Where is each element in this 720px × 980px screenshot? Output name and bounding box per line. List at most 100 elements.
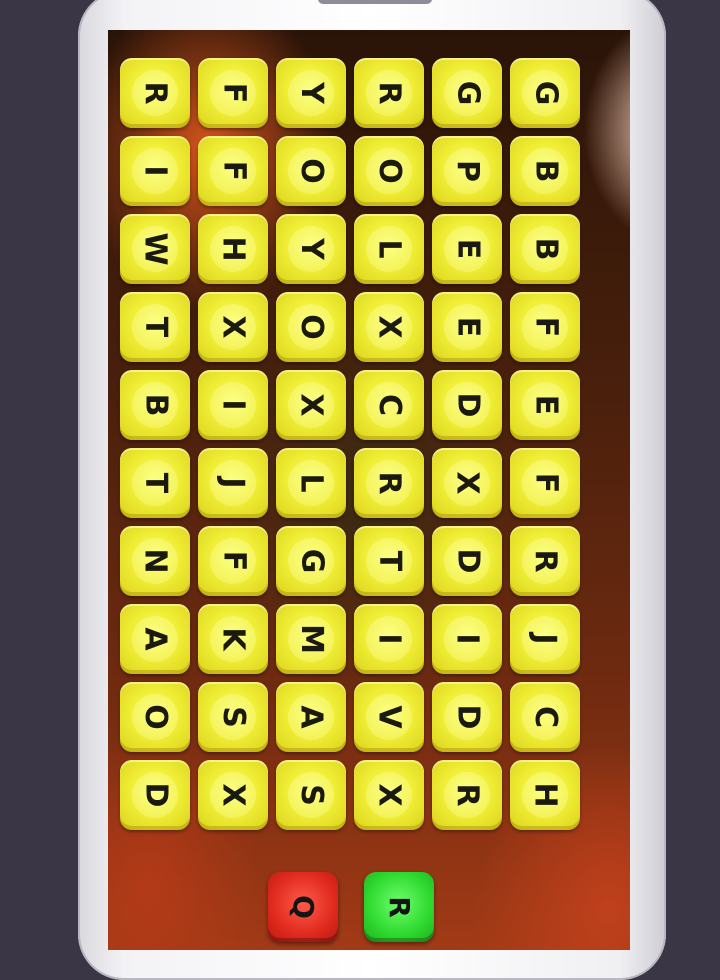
letter-tile[interactable]: H [198, 214, 268, 284]
letter-tile[interactable]: L [276, 448, 346, 518]
letter-tile[interactable]: D [432, 370, 502, 440]
letter-tile[interactable]: F [198, 58, 268, 128]
tile-letter: D [450, 704, 485, 730]
tile-letter: X [215, 315, 251, 339]
letter-tile[interactable]: T [120, 292, 190, 362]
letter-tile[interactable]: R [354, 448, 424, 518]
letter-tile[interactable]: C [510, 682, 580, 752]
letter-tile[interactable]: I [432, 604, 502, 674]
letter-tile[interactable]: O [354, 136, 424, 206]
q-button-label: Q [287, 895, 320, 919]
letter-tile[interactable]: J [510, 604, 580, 674]
letter-tile[interactable]: R [510, 526, 580, 596]
letter-tile[interactable]: T [120, 448, 190, 518]
letter-tile[interactable]: R [120, 58, 190, 128]
letter-tile[interactable]: F [510, 448, 580, 518]
letter-tile[interactable]: X [198, 292, 268, 362]
letter-tile[interactable]: X [432, 448, 502, 518]
letter-tile[interactable]: F [510, 292, 580, 362]
letter-tile[interactable]: Y [276, 58, 346, 128]
tile-letter: R [527, 549, 563, 573]
letter-tile[interactable]: F [198, 526, 268, 596]
tile-letter: P [450, 160, 485, 182]
tile-letter: D [138, 782, 173, 808]
tile-letter: R [137, 81, 173, 105]
tile-letter: L [372, 239, 407, 259]
q-button[interactable]: Q [268, 872, 338, 942]
letter-tile[interactable]: E [432, 214, 502, 284]
r-button[interactable]: R [364, 872, 434, 942]
letter-tile[interactable]: W [120, 214, 190, 284]
letter-tile[interactable]: T [354, 526, 424, 596]
letter-tile[interactable]: G [510, 58, 580, 128]
tile-letter: G [450, 80, 485, 106]
letter-tile[interactable]: X [354, 760, 424, 830]
letter-tile[interactable]: R [354, 58, 424, 128]
letter-tile[interactable]: M [276, 604, 346, 674]
letter-tile[interactable]: R [432, 760, 502, 830]
tile-letter: I [449, 633, 485, 645]
tile-letter: K [216, 627, 251, 651]
letter-tile[interactable]: C [354, 370, 424, 440]
letter-tile[interactable]: O [276, 136, 346, 206]
tile-letter: O [293, 158, 329, 184]
letter-tile[interactable]: B [120, 370, 190, 440]
tile-letter: X [371, 315, 407, 339]
tile-letter: X [215, 783, 251, 807]
letter-tile[interactable]: S [198, 682, 268, 752]
r-button-label: R [383, 896, 416, 918]
tile-letter: W [138, 232, 173, 266]
tile-letter: B [138, 393, 173, 417]
letter-tile[interactable]: A [120, 604, 190, 674]
tile-letter: B [528, 159, 563, 183]
letter-tile[interactable]: A [276, 682, 346, 752]
letter-tile[interactable]: H [510, 760, 580, 830]
tile-letter: C [372, 393, 407, 417]
letter-tile[interactable]: P [432, 136, 502, 206]
tile-letter: T [372, 550, 407, 572]
tile-letter: O [137, 704, 173, 730]
letter-tile[interactable]: N [120, 526, 190, 596]
phone-speaker [318, 0, 432, 4]
tile-letter: E [450, 238, 485, 260]
letter-tile[interactable]: O [120, 682, 190, 752]
tile-letter: A [138, 627, 173, 651]
tile-letter: E [450, 316, 485, 338]
letter-tile[interactable]: E [510, 370, 580, 440]
letter-tile[interactable]: J [198, 448, 268, 518]
letter-tile[interactable]: F [198, 136, 268, 206]
letter-tile[interactable]: O [276, 292, 346, 362]
letter-tile[interactable]: L [354, 214, 424, 284]
letter-tile[interactable]: G [276, 526, 346, 596]
letter-tile[interactable]: B [510, 214, 580, 284]
letter-tile[interactable]: D [432, 526, 502, 596]
tile-letter: I [137, 165, 173, 177]
tile-letter: H [215, 236, 251, 262]
letter-tile[interactable]: X [276, 370, 346, 440]
tile-letter: F [528, 472, 563, 494]
letter-tile[interactable]: X [354, 292, 424, 362]
letter-tile[interactable]: G [432, 58, 502, 128]
letter-tile[interactable]: I [120, 136, 190, 206]
tile-letter: R [449, 783, 485, 807]
tile-letter: I [371, 633, 407, 645]
letter-tile[interactable]: B [510, 136, 580, 206]
tile-letter: H [527, 782, 563, 808]
tile-letter: A [294, 705, 329, 729]
letter-tile[interactable]: Y [276, 214, 346, 284]
letter-tile[interactable]: V [354, 682, 424, 752]
tile-letter: F [216, 160, 251, 182]
letter-tile[interactable]: I [198, 370, 268, 440]
letter-tile[interactable]: D [120, 760, 190, 830]
letter-tile[interactable]: S [276, 760, 346, 830]
letter-tile[interactable]: X [198, 760, 268, 830]
tile-letter: Y [293, 238, 329, 260]
letter-tile[interactable]: D [432, 682, 502, 752]
tile-letter: S [293, 784, 329, 806]
tile-letter: T [138, 316, 173, 338]
tile-letter: G [528, 80, 563, 106]
letter-tile[interactable]: I [354, 604, 424, 674]
letter-tile[interactable]: E [432, 292, 502, 362]
letter-tile[interactable]: K [198, 604, 268, 674]
tile-letter: F [216, 82, 251, 104]
